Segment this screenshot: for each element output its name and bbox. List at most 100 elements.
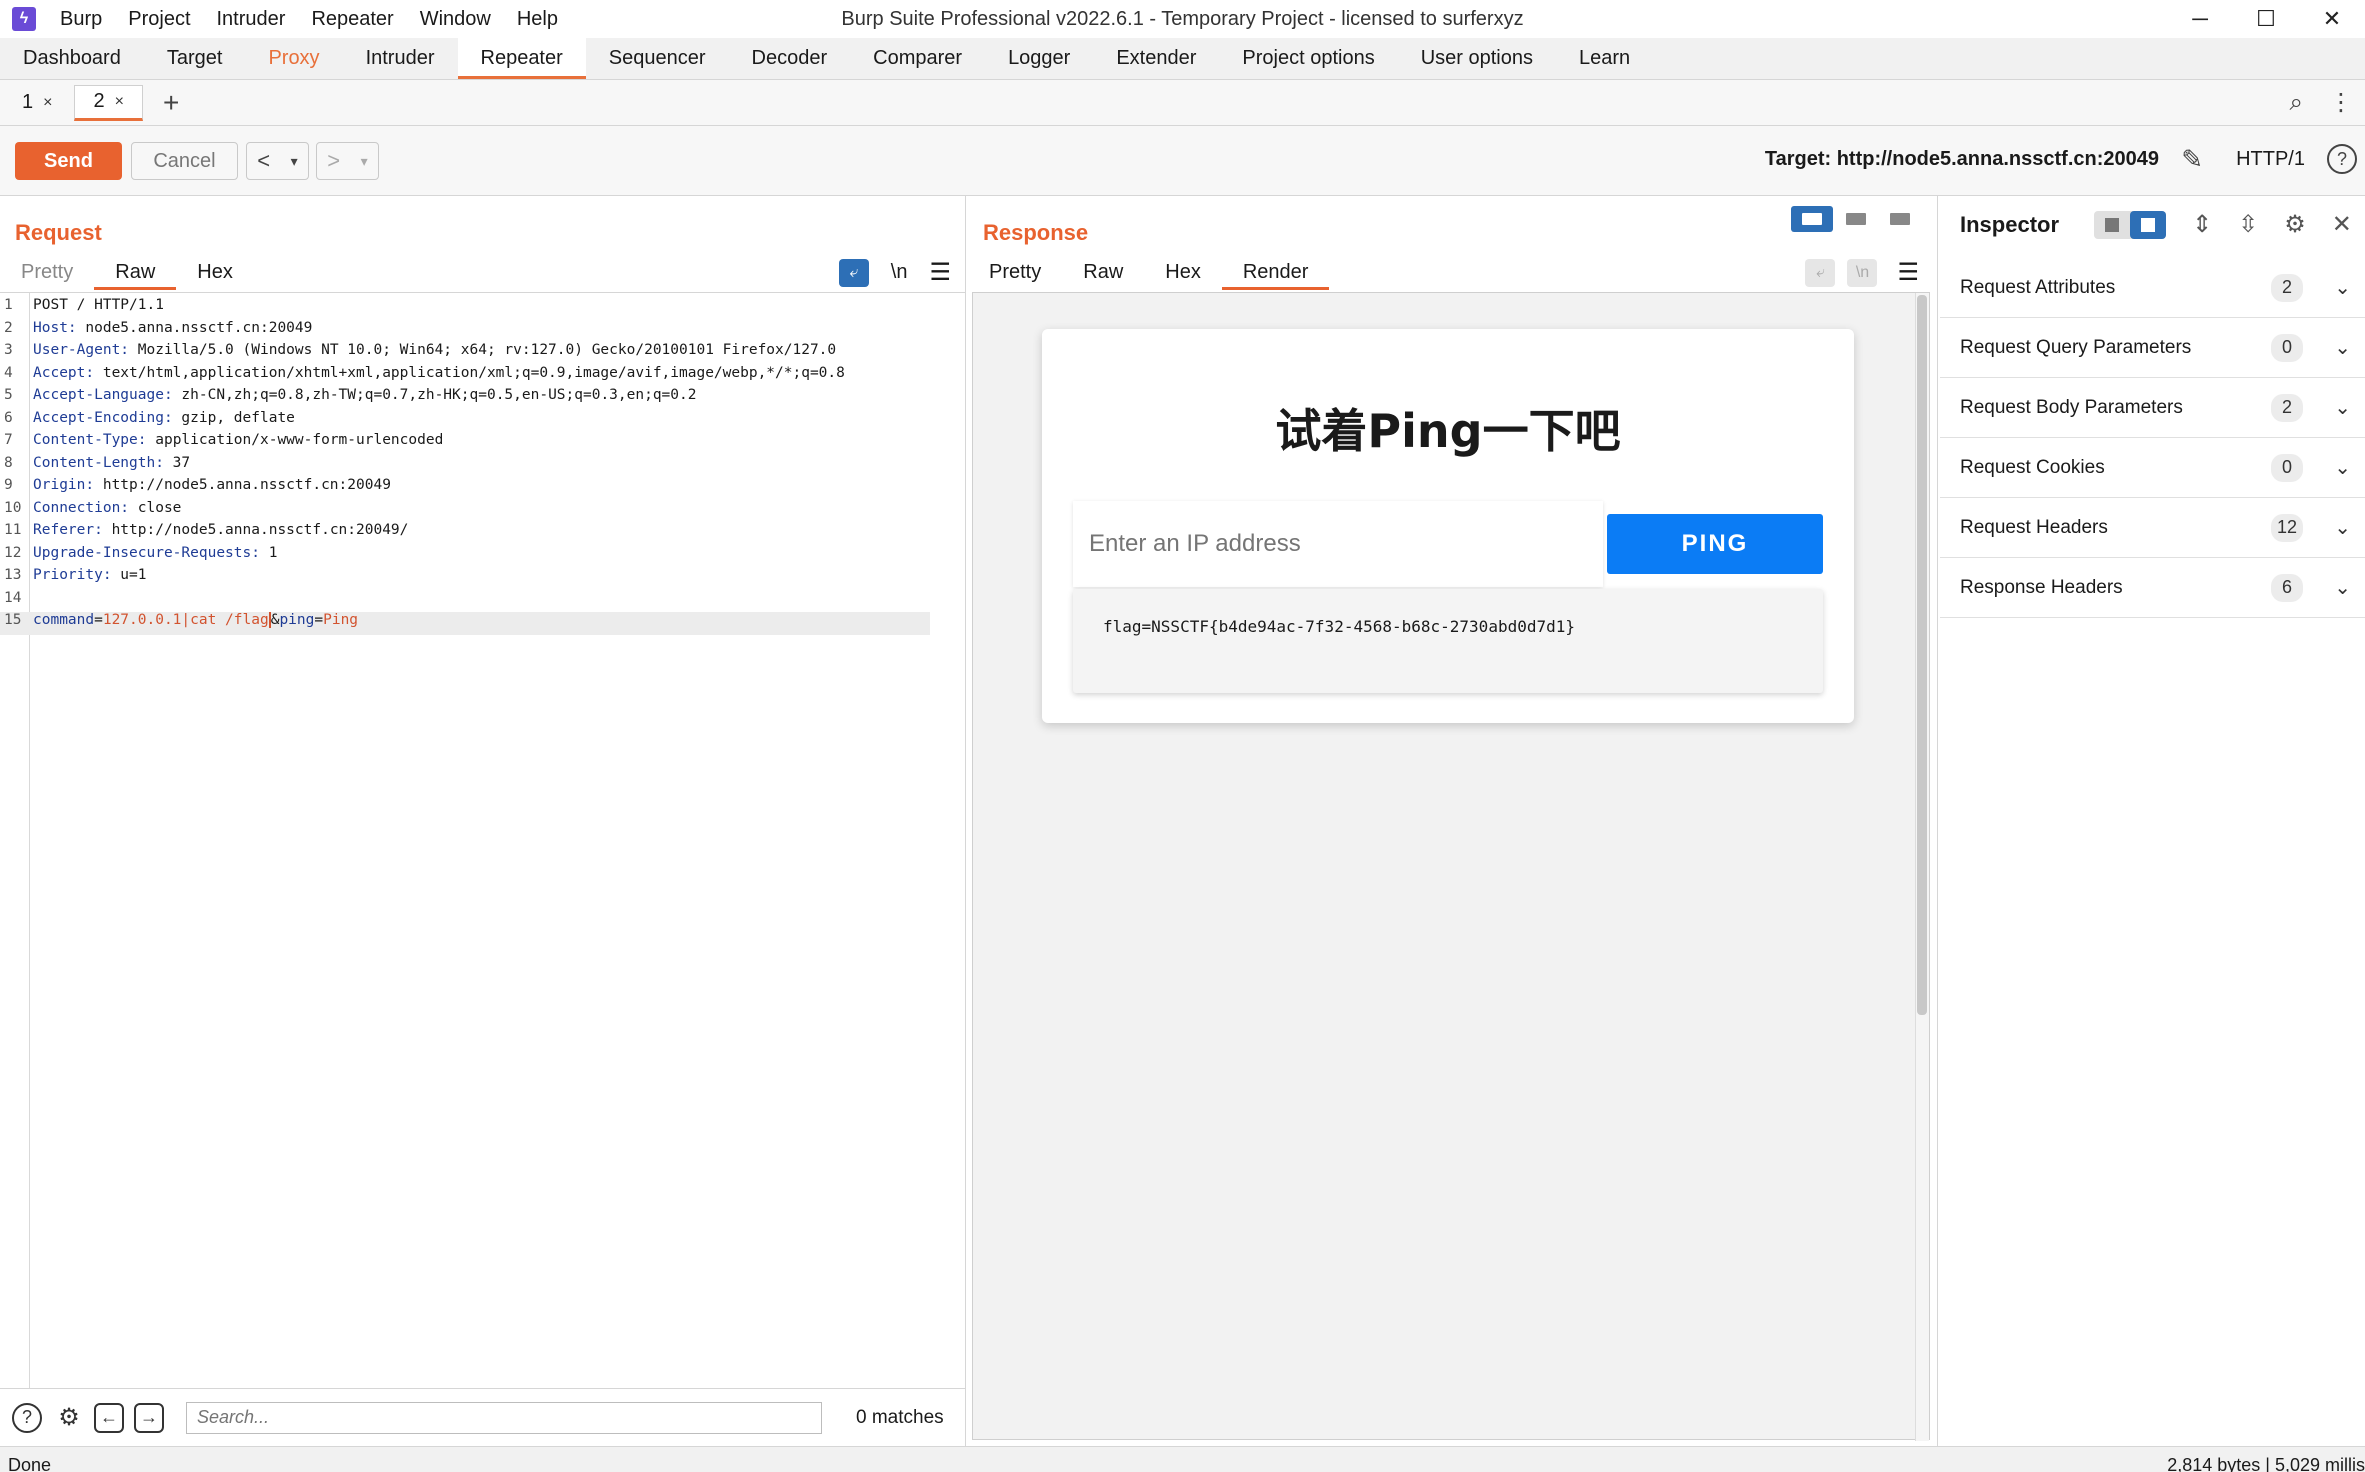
line-number: 6 (4, 409, 13, 426)
send-button[interactable]: Send (15, 142, 122, 180)
ping-result-box: flag=NSSCTF{b4de94ac-7f32-4568-b68c-2730… (1073, 589, 1823, 693)
response-view-tabs: Pretty Raw Hex Render (968, 254, 1330, 290)
code-line: 10 Connection: close (0, 500, 950, 523)
expand-all-icon[interactable]: ⇕ (2192, 210, 2212, 239)
header-name: User-Agent: (33, 342, 130, 358)
inspector-section-body-parameters[interactable]: Request Body Parameters 2 ⌄ (1940, 378, 2365, 438)
cancel-button[interactable]: Cancel (131, 142, 238, 180)
tab-project-options[interactable]: Project options (1219, 37, 1397, 79)
add-tab-icon[interactable]: + (163, 87, 179, 119)
menu-project[interactable]: Project (128, 8, 190, 31)
section-count-badge: 6 (2271, 573, 2303, 602)
repeater-tab-1[interactable]: 1 × (4, 85, 70, 121)
tab-logger[interactable]: Logger (985, 37, 1093, 79)
header-value: text/html,application/xhtml+xml,applicat… (94, 364, 845, 381)
response-tab-render[interactable]: Render (1221, 254, 1330, 290)
tab-repeater[interactable]: Repeater (457, 37, 587, 79)
tab-user-options[interactable]: User options (1398, 37, 1556, 79)
tab-target[interactable]: Target (144, 37, 246, 79)
menu-help[interactable]: Help (517, 8, 558, 31)
vertical-scrollbar[interactable] (1915, 293, 1929, 1441)
tab-learn[interactable]: Learn (1556, 37, 1653, 79)
http-version-toggle[interactable]: HTTP/1 (2236, 148, 2305, 171)
request-tab-raw[interactable]: Raw (94, 254, 177, 290)
tab-sequencer[interactable]: Sequencer (586, 37, 729, 79)
header-value: application/x-www-form-urlencoded (146, 432, 444, 448)
section-label: Request Body Parameters (1960, 396, 2183, 418)
tab-decoder[interactable]: Decoder (729, 37, 851, 79)
inspector-section-response-headers[interactable]: Response Headers 6 ⌄ (1940, 558, 2365, 618)
request-tab-pretty[interactable]: Pretty (0, 254, 94, 290)
layout-stacked-icon[interactable] (1835, 206, 1877, 232)
ping-button[interactable]: PING (1607, 514, 1823, 574)
layout-side-by-side-icon[interactable] (1791, 206, 1833, 232)
response-tab-pretty[interactable]: Pretty (968, 254, 1062, 290)
search-input[interactable] (186, 1401, 822, 1434)
line-text: Content-Length: 37 (30, 455, 190, 478)
history-back-button[interactable]: < ▾ (246, 142, 309, 180)
inspector-section-request-headers[interactable]: Request Headers 12 ⌄ (1940, 498, 2365, 558)
response-tab-hex[interactable]: Hex (1144, 254, 1222, 290)
search-match-count: 0 matches (856, 1406, 944, 1428)
tab-comparer[interactable]: Comparer (850, 37, 985, 79)
response-tab-raw[interactable]: Raw (1062, 254, 1144, 290)
close-icon[interactable]: ✕ (2332, 210, 2352, 239)
section-count-badge: 0 (2271, 333, 2303, 362)
menu-intruder[interactable]: Intruder (217, 8, 286, 31)
line-text: POST / HTTP/1.1 (30, 297, 164, 320)
scrollbar-thumb[interactable] (1917, 295, 1927, 1015)
header-name: Host: (33, 319, 77, 336)
repeater-tab-2[interactable]: 2 × (74, 84, 143, 121)
page-heading: 试着Ping一下吧 (1275, 404, 1621, 458)
dropdown-arrow-icon[interactable]: ▾ (361, 153, 368, 170)
arrow-left-icon[interactable]: ← (94, 1402, 124, 1433)
inspector-section-request-attributes[interactable]: Request Attributes 2 ⌄ (1940, 258, 2365, 318)
layout-expanded-icon[interactable] (2130, 210, 2166, 239)
chevron-down-icon[interactable]: ⌄ (2334, 275, 2351, 300)
menu-window[interactable]: Window (420, 8, 491, 31)
tab-extender[interactable]: Extender (1093, 37, 1219, 79)
help-icon[interactable]: ? (12, 1402, 42, 1433)
gear-icon[interactable]: ⚙ (54, 1403, 84, 1433)
chevron-down-icon[interactable]: ⌄ (2334, 335, 2351, 360)
hamburger-menu-icon[interactable]: ☰ (1897, 258, 1919, 287)
request-tab-hex[interactable]: Hex (176, 254, 254, 290)
edit-target-pencil-icon[interactable]: ✎ (2181, 144, 2203, 175)
response-panel: Response Pretty Raw Hex Render ⤶ \n ☰ 试着… (968, 196, 1938, 1446)
layout-tabs-icon[interactable] (1879, 206, 1921, 232)
layout-collapsed-icon[interactable] (2094, 211, 2130, 239)
header-name: Accept-Encoding: (33, 409, 173, 426)
close-tab-icon[interactable]: × (43, 94, 52, 112)
request-editor[interactable]: 1 POST / HTTP/1.1 2 Host: node5.anna.nssctf… (0, 292, 965, 1388)
tab-intruder[interactable]: Intruder (343, 37, 458, 79)
code-line: 4 Accept: text/html,application/xhtml+xml… (0, 365, 950, 388)
chevron-down-icon[interactable]: ⌄ (2334, 455, 2351, 480)
code-line: 9 Origin: http://node5.anna.nssctf.cn:200… (0, 477, 950, 500)
show-newlines-toggle[interactable]: \n (891, 261, 908, 284)
menu-burp[interactable]: Burp (60, 8, 102, 31)
tab-proxy[interactable]: Proxy (245, 37, 342, 79)
chevron-down-icon[interactable]: ⌄ (2334, 395, 2351, 420)
dropdown-arrow-icon[interactable]: ▾ (291, 153, 298, 170)
help-icon[interactable]: ? (2327, 144, 2357, 174)
ip-address-input[interactable] (1073, 501, 1603, 587)
more-options-icon[interactable]: ⋮ (2329, 88, 2353, 117)
history-forward-button[interactable]: > ▾ (316, 142, 379, 180)
chevron-down-icon[interactable]: ⌄ (2334, 575, 2351, 600)
close-tab-icon[interactable]: × (115, 93, 124, 111)
menu-repeater[interactable]: Repeater (311, 8, 393, 31)
line-number: 9 (4, 477, 13, 493)
search-icon[interactable]: ⌕ (2290, 89, 2303, 117)
maximize-icon[interactable]: ☐ (2233, 0, 2299, 38)
inspector-section-query-parameters[interactable]: Request Query Parameters 0 ⌄ (1940, 318, 2365, 378)
inspector-section-cookies[interactable]: Request Cookies 0 ⌄ (1940, 438, 2365, 498)
arrow-right-icon[interactable]: → (134, 1402, 164, 1433)
close-window-icon[interactable]: ✕ (2299, 0, 2365, 38)
tab-dashboard[interactable]: Dashboard (0, 37, 144, 79)
minimize-icon[interactable]: ─ (2167, 0, 2233, 38)
chevron-down-icon[interactable]: ⌄ (2334, 515, 2351, 540)
word-wrap-icon[interactable]: ⤶ (838, 258, 869, 287)
collapse-all-icon[interactable]: ⇳ (2238, 210, 2258, 239)
hamburger-menu-icon[interactable]: ☰ (929, 258, 951, 287)
gear-icon[interactable]: ⚙ (2284, 210, 2306, 239)
